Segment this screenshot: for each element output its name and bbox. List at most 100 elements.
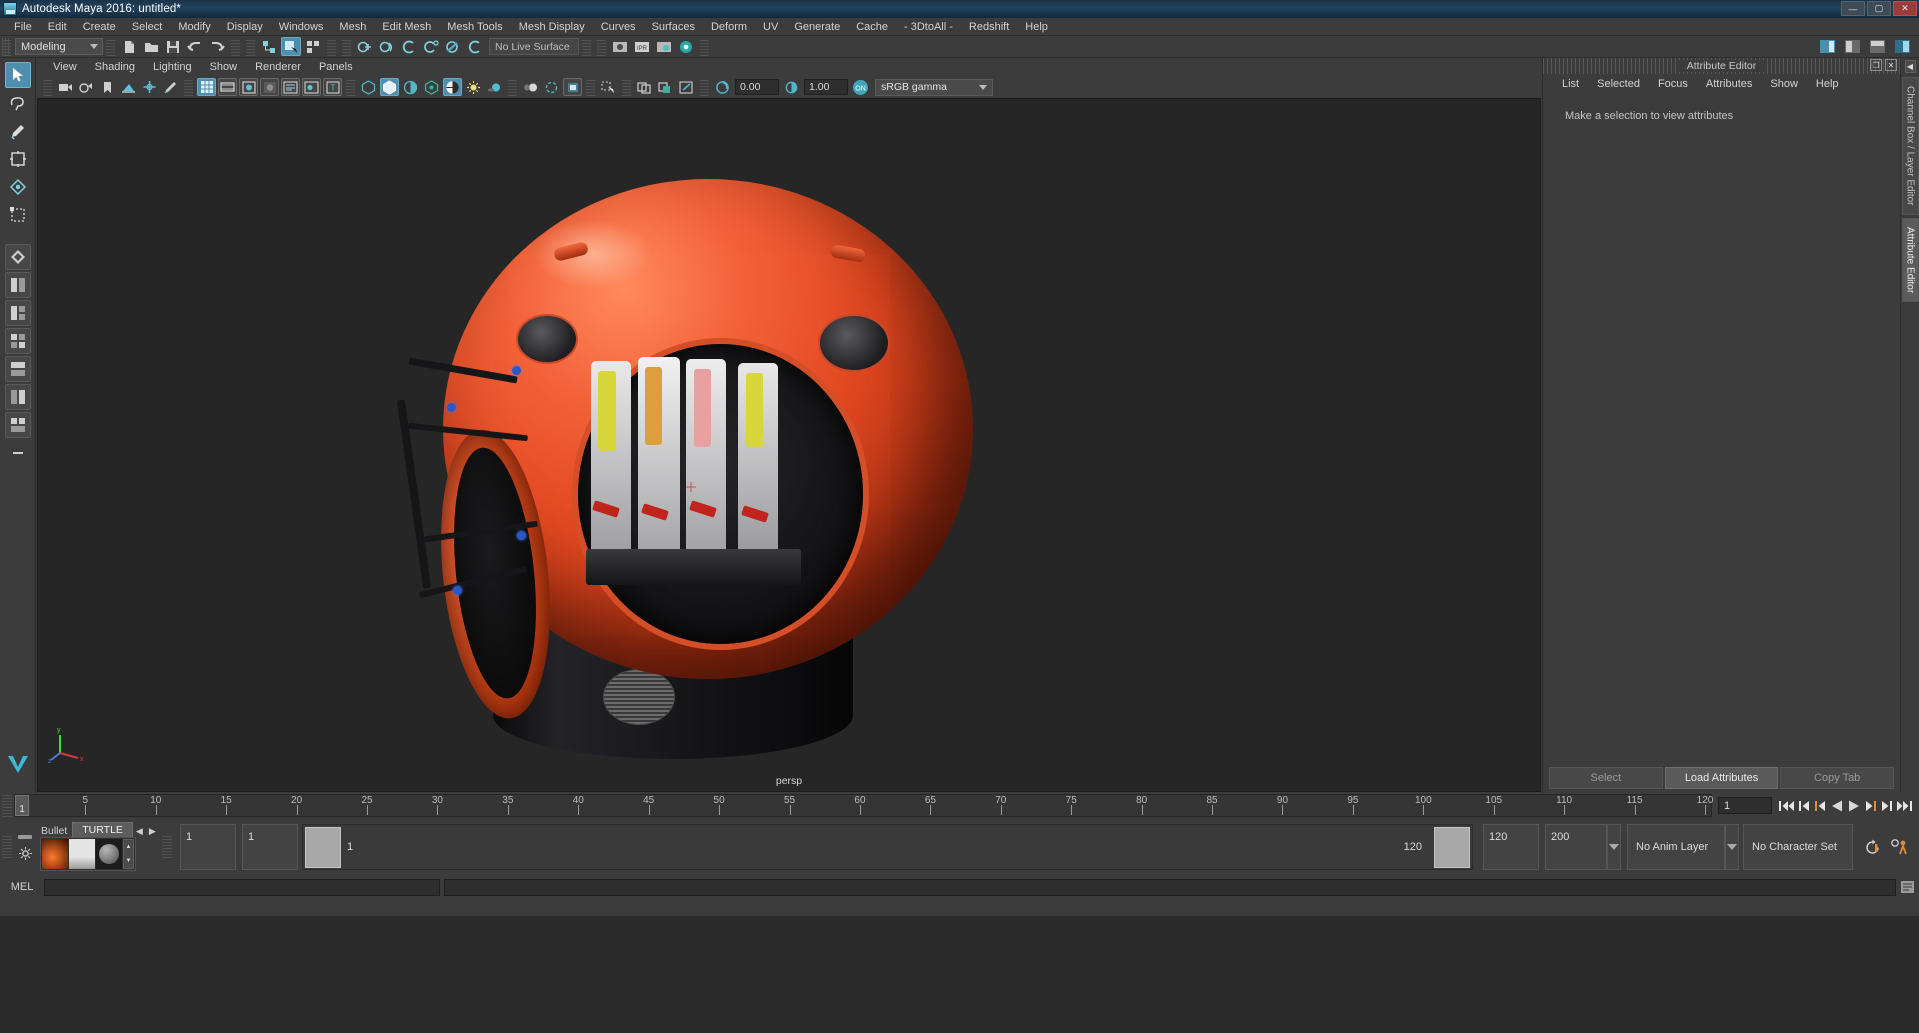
snap-to-projected-center-icon[interactable]: [421, 37, 441, 56]
smooth-shade-icon[interactable]: [380, 78, 399, 96]
2d-pan-zoom-icon[interactable]: [140, 78, 159, 96]
show-tool-settings-icon[interactable]: [1867, 37, 1887, 56]
screen-space-ao-icon[interactable]: [485, 78, 504, 96]
film-gate-icon[interactable]: [218, 78, 237, 96]
menu-mesh-display[interactable]: Mesh Display: [511, 18, 593, 36]
menu-edit-mesh[interactable]: Edit Mesh: [374, 18, 439, 36]
maximize-button[interactable]: ▢: [1867, 1, 1891, 16]
rotate-tool[interactable]: [5, 174, 31, 200]
shelf-next-icon[interactable]: ▶: [146, 826, 159, 837]
turtle-render-icon[interactable]: [42, 839, 68, 869]
layout-three-pane-icon[interactable]: [4, 300, 31, 326]
show-attribute-editor-icon[interactable]: [1842, 37, 1862, 56]
minimize-button[interactable]: —: [1841, 1, 1865, 16]
close-icon[interactable]: ✕: [1885, 59, 1897, 71]
menu-mesh[interactable]: Mesh: [331, 18, 374, 36]
menu-modify[interactable]: Modify: [170, 18, 218, 36]
play-forwards-icon[interactable]: [1847, 799, 1861, 813]
undo-icon[interactable]: [185, 37, 205, 56]
layout-single-icon[interactable]: [4, 244, 31, 270]
animation-start-field[interactable]: 1: [180, 824, 236, 870]
snap-to-view-planes-icon[interactable]: [443, 37, 463, 56]
menu-display[interactable]: Display: [219, 18, 271, 36]
select-button[interactable]: Select: [1549, 767, 1663, 789]
shelf-options-icon[interactable]: [18, 846, 32, 860]
bookmarks-icon[interactable]: [98, 78, 117, 96]
tab-channel-box-layer-editor[interactable]: Channel Box / Layer Editor: [1901, 77, 1919, 215]
save-scene-icon[interactable]: [163, 37, 183, 56]
menu-uv[interactable]: UV: [755, 18, 786, 36]
script-editor-icon[interactable]: [1900, 880, 1915, 894]
anim-layer-select[interactable]: No Anim Layer: [1627, 824, 1725, 870]
color-profile-select[interactable]: sRGB gamma: [875, 78, 993, 96]
ae-menu-selected[interactable]: Selected: [1588, 75, 1649, 93]
wireframe-icon[interactable]: [359, 78, 378, 96]
step-back-frame-icon[interactable]: [1798, 799, 1811, 813]
anim-layer-dropdown-button[interactable]: [1725, 824, 1739, 870]
collapse-sidebar-button[interactable]: ◀: [1904, 60, 1916, 73]
depth-peel-icon[interactable]: [563, 78, 582, 96]
ae-menu-focus[interactable]: Focus: [1649, 75, 1697, 93]
open-scene-icon[interactable]: [141, 37, 161, 56]
animation-end-field[interactable]: 200: [1545, 824, 1607, 870]
select-by-hierarchy-icon[interactable]: [259, 37, 279, 56]
layout-hypershade-icon[interactable]: [4, 412, 31, 438]
panel-menu-shading[interactable]: Shading: [86, 58, 144, 76]
current-frame-indicator[interactable]: 1: [15, 795, 29, 816]
statusline-grip[interactable]: [2, 37, 11, 56]
image-plane-icon[interactable]: [119, 78, 138, 96]
range-options-button[interactable]: [1607, 824, 1621, 870]
go-to-end-icon[interactable]: [1896, 799, 1913, 813]
menu-generate[interactable]: Generate: [786, 18, 848, 36]
camera-attributes-icon[interactable]: [77, 78, 96, 96]
shelf-tab-turtle[interactable]: TURTLE: [72, 822, 133, 837]
range-slider-bar[interactable]: 1 120: [302, 824, 1473, 870]
close-button[interactable]: ✕: [1893, 1, 1917, 16]
time-slider[interactable]: 1 5 10 15 20 25 30 35 40 45 50 55 60 65 70 75 80 85 90 95 1…: [14, 794, 1713, 817]
gamma-value-field[interactable]: 1.00: [804, 79, 848, 95]
animation-preferences-icon[interactable]: [1890, 838, 1909, 857]
isolate-select-icon[interactable]: [599, 78, 618, 96]
shelf-scroll-up-icon[interactable]: ▲: [126, 844, 132, 850]
panel-menu-panels[interactable]: Panels: [310, 58, 362, 76]
snap-to-points-icon[interactable]: [399, 37, 419, 56]
layout-persp-graph-icon[interactable]: [4, 384, 31, 410]
menu-deform[interactable]: Deform: [703, 18, 755, 36]
multisample-icon[interactable]: [542, 78, 561, 96]
menu-create[interactable]: Create: [75, 18, 124, 36]
time-slider-grip[interactable]: [2, 794, 12, 817]
go-to-start-icon[interactable]: [1778, 799, 1795, 813]
ae-menu-list[interactable]: List: [1553, 75, 1588, 93]
copy-tab-button[interactable]: Copy Tab: [1780, 767, 1895, 789]
select-by-component-icon[interactable]: [303, 37, 323, 56]
current-frame-field[interactable]: 1: [1718, 797, 1772, 814]
menu-surfaces[interactable]: Surfaces: [644, 18, 703, 36]
play-backwards-icon[interactable]: [1830, 799, 1844, 813]
gamma-icon[interactable]: [782, 78, 801, 96]
ipr-render-icon[interactable]: IPR: [632, 37, 652, 56]
playback-start-field[interactable]: 1: [242, 824, 298, 870]
turtle-sphere-icon[interactable]: [96, 839, 122, 869]
shelf-scroll[interactable]: ▲ ▼: [123, 839, 134, 869]
lasso-select-tool[interactable]: [5, 90, 31, 116]
show-hide-sidebar-icon[interactable]: [1817, 37, 1837, 56]
render-settings-icon[interactable]: [654, 37, 674, 56]
menu-cache[interactable]: Cache: [848, 18, 896, 36]
shelf-tab-bullet[interactable]: Bullet: [36, 825, 72, 837]
ae-menu-attributes[interactable]: Attributes: [1697, 75, 1761, 93]
make-live-icon[interactable]: [465, 37, 485, 56]
show-channel-box-icon[interactable]: [1892, 37, 1912, 56]
render-current-frame-icon[interactable]: [610, 37, 630, 56]
auto-key-icon[interactable]: [1863, 838, 1882, 857]
menu-edit[interactable]: Edit: [40, 18, 75, 36]
range-handle-end[interactable]: [1434, 827, 1470, 868]
command-language-label[interactable]: MEL: [4, 881, 40, 893]
snap-to-curves-icon[interactable]: [377, 37, 397, 56]
panel-menu-view[interactable]: View: [44, 58, 86, 76]
ae-menu-help[interactable]: Help: [1807, 75, 1848, 93]
shadows-icon[interactable]: [464, 78, 483, 96]
select-by-object-icon[interactable]: [281, 37, 301, 56]
menuset-selector[interactable]: Modeling: [15, 38, 103, 55]
turtle-bake-icon[interactable]: [69, 839, 95, 869]
step-back-key-icon[interactable]: [1814, 799, 1827, 813]
